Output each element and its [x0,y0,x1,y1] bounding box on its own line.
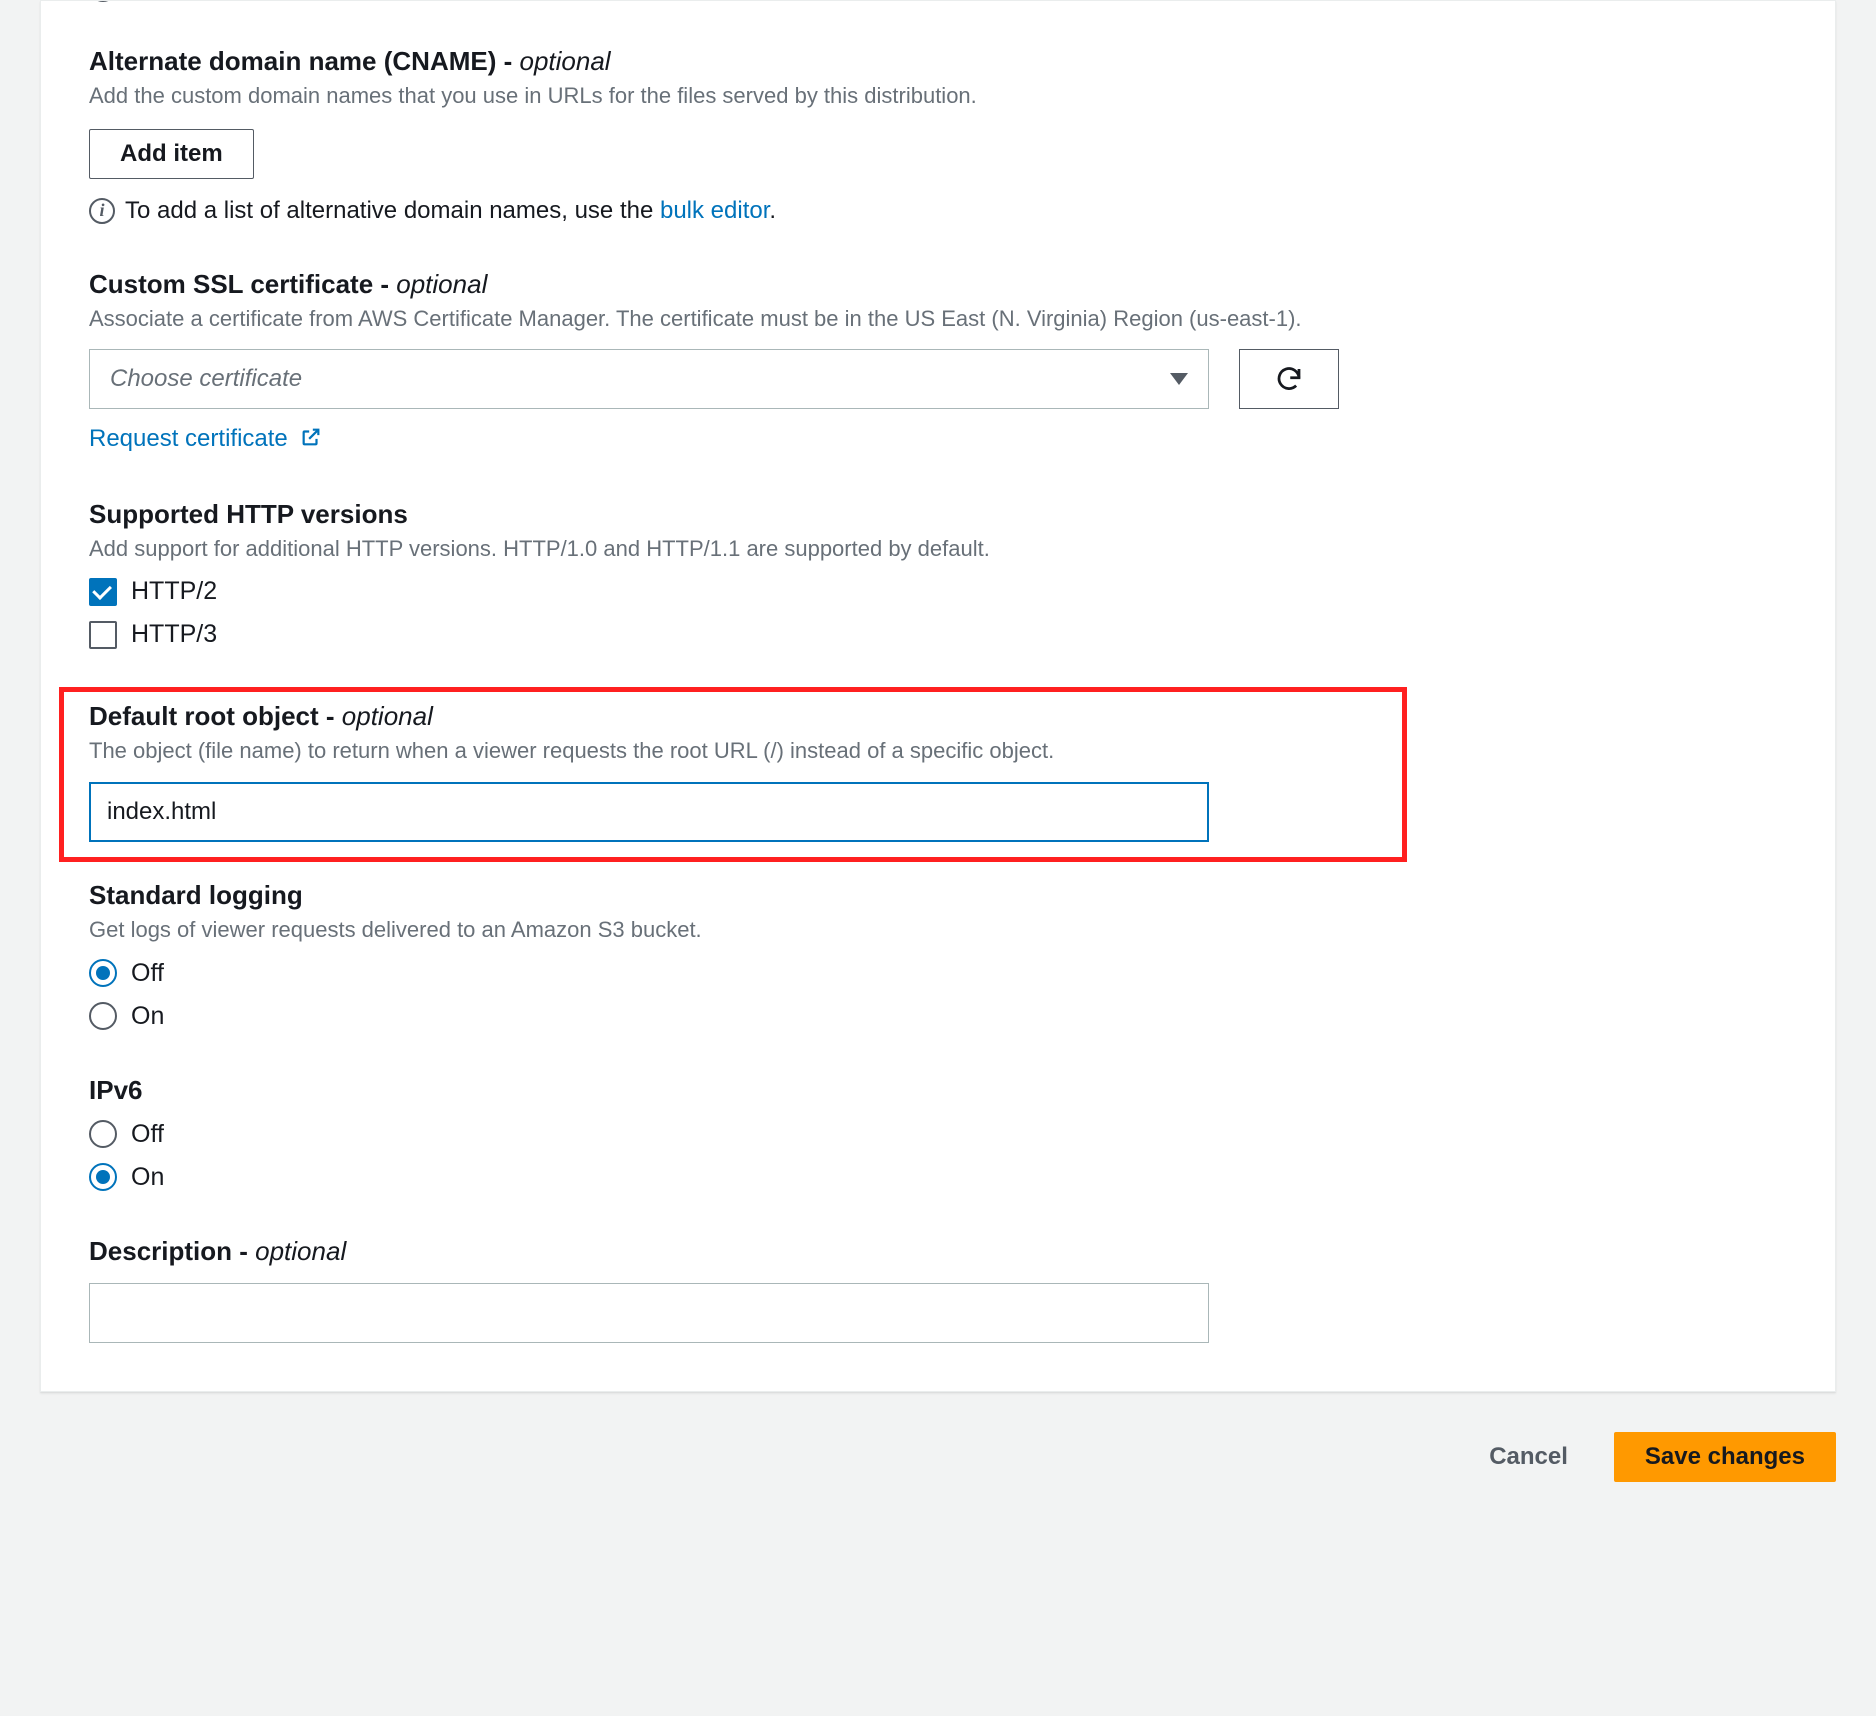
ipv6-off-row: Off [89,1120,1787,1149]
logging-field: Standard logging Get logs of viewer requ… [89,880,1787,1031]
refresh-certificates-button[interactable] [1239,349,1339,409]
ipv6-label: IPv6 [89,1075,1787,1106]
ipv6-off-label: Off [131,1120,164,1149]
info-icon: i [89,198,115,224]
cname-info-suffix: . [769,197,776,224]
cname-label: Alternate domain name (CNAME) - [89,46,520,76]
ipv6-on-radio[interactable] [89,1163,117,1191]
logging-label: Standard logging [89,880,1787,911]
ssl-label-row: Custom SSL certificate - optional [89,269,1787,300]
chevron-down-icon [1170,373,1188,385]
refresh-icon [1274,364,1304,394]
add-item-button[interactable]: Add item [89,129,254,179]
logging-on-row: On [89,1002,1787,1031]
logging-on-radio[interactable] [89,1002,117,1030]
http2-label: HTTP/2 [131,577,217,606]
cname-field: Alternate domain name (CNAME) - optional… [89,46,1787,225]
request-certificate-link[interactable]: Request certificate [89,425,322,452]
http-label: Supported HTTP versions [89,499,1787,530]
ssl-label: Custom SSL certificate - [89,269,396,299]
ipv6-on-label: On [131,1163,164,1192]
root-optional: optional [342,701,433,731]
cname-desc: Add the custom domain names that you use… [89,81,1787,111]
cname-label-row: Alternate domain name (CNAME) - optional [89,46,1787,77]
description-optional: optional [255,1236,346,1266]
http3-label: HTTP/3 [131,620,217,649]
http-desc: Add support for additional HTTP versions… [89,534,1787,564]
cancel-label: Cancel [1489,1443,1568,1471]
http3-checkbox[interactable] [89,621,117,649]
root-object-field: Default root object - optional The objec… [89,693,1787,850]
http2-row: HTTP/2 [89,577,1787,606]
logging-on-label: On [131,1002,164,1031]
cancel-button[interactable]: Cancel [1459,1432,1598,1482]
cname-info-text: To add a list of alternative domain name… [125,197,776,225]
http2-checkbox[interactable] [89,578,117,606]
description-input[interactable] [89,1283,1209,1343]
ipv6-off-radio[interactable] [89,1120,117,1148]
price-class-radio[interactable] [89,0,117,2]
default-root-object-input[interactable] [89,782,1209,842]
ssl-field: Custom SSL certificate - optional Associ… [89,269,1787,455]
save-label: Save changes [1645,1443,1805,1471]
http3-row: HTTP/3 [89,620,1787,649]
root-label-row: Default root object - optional [89,701,1787,732]
http-field: Supported HTTP versions Add support for … [89,499,1787,650]
ipv6-field: IPv6 Off On [89,1075,1787,1192]
settings-card: Use North America, Europe, Asia, Middle … [40,0,1836,1392]
form-actions: Cancel Save changes [40,1424,1836,1502]
page-container: Use North America, Europe, Asia, Middle … [0,0,1876,1542]
description-field: Description - optional [89,1236,1787,1343]
logging-off-label: Off [131,959,164,988]
cname-info-row: i To add a list of alternative domain na… [89,197,1787,225]
description-label: Description - [89,1236,255,1266]
ssl-placeholder: Choose certificate [110,365,302,393]
request-certificate-text: Request certificate [89,425,288,452]
ssl-optional: optional [396,269,487,299]
external-link-icon [300,426,322,455]
cname-info-prefix: To add a list of alternative domain name… [125,197,660,224]
ipv6-on-row: On [89,1163,1787,1192]
ssl-desc: Associate a certificate from AWS Certifi… [89,304,1787,334]
cname-optional: optional [520,46,611,76]
ssl-certificate-select[interactable]: Choose certificate [89,349,1209,409]
price-class-option-row: Use North America, Europe, Asia, Middle … [89,0,1787,2]
logging-desc: Get logs of viewer requests delivered to… [89,915,1787,945]
bulk-editor-link[interactable]: bulk editor [660,197,769,224]
logging-off-radio[interactable] [89,959,117,987]
root-desc: The object (file name) to return when a … [89,736,1787,766]
add-item-label: Add item [120,140,223,168]
ssl-select-row: Choose certificate [89,349,1787,409]
root-label: Default root object - [89,701,342,731]
logging-off-row: Off [89,959,1787,988]
bulk-editor-link-text: bulk editor [660,197,769,224]
save-changes-button[interactable]: Save changes [1614,1432,1836,1482]
description-label-row: Description - optional [89,1236,1787,1267]
